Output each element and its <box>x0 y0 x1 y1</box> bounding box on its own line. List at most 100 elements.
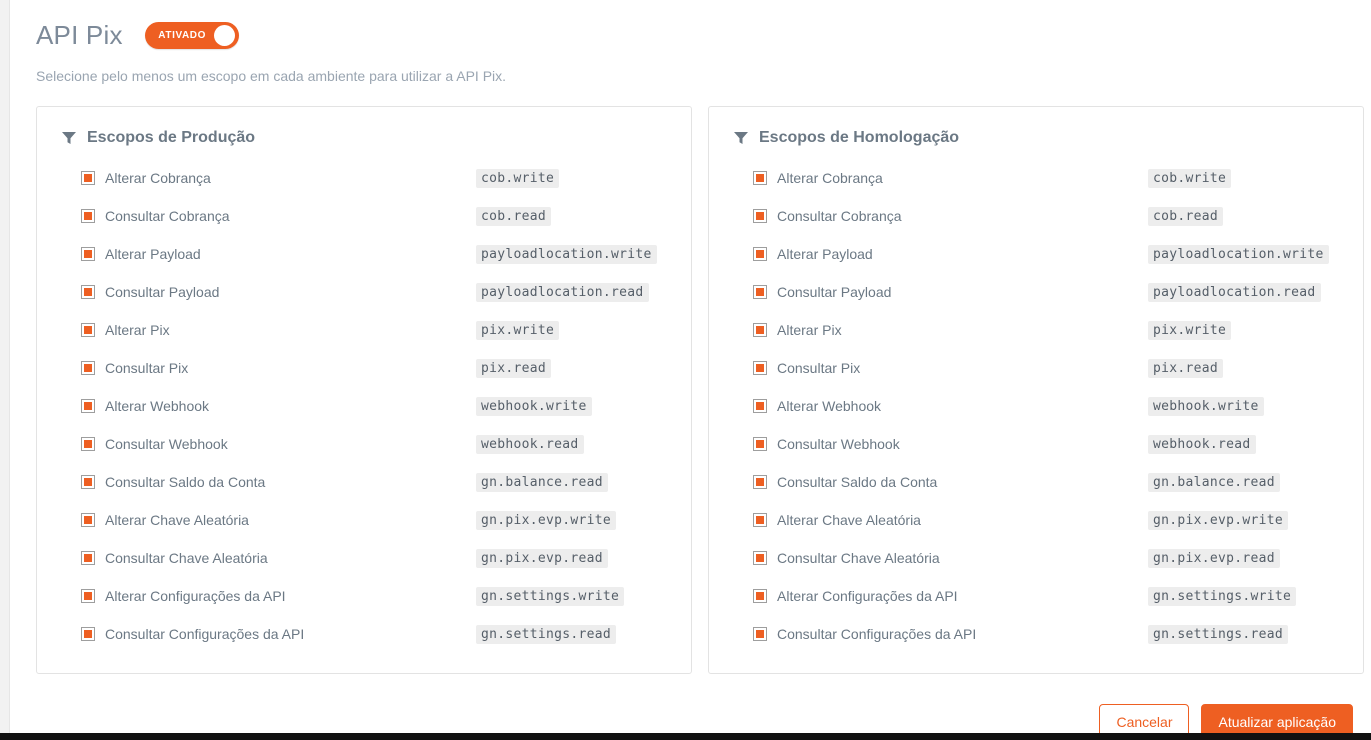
scope-checkbox[interactable] <box>81 399 95 413</box>
scope-checkbox[interactable] <box>81 551 95 565</box>
scope-toggle-group[interactable]: Consultar Cobrança <box>81 208 476 224</box>
scope-row[interactable]: Alterar Configurações da API gn.settings… <box>725 577 1347 615</box>
scope-checkbox[interactable] <box>753 247 767 261</box>
scope-checkbox[interactable] <box>753 437 767 451</box>
scope-toggle-group[interactable]: Consultar Cobrança <box>753 208 1148 224</box>
scope-row[interactable]: Alterar Configurações da API gn.settings… <box>53 577 675 615</box>
scope-row[interactable]: Alterar Webhook webhook.write <box>725 387 1347 425</box>
scope-toggle-group[interactable]: Alterar Cobrança <box>81 170 476 186</box>
scope-checkbox[interactable] <box>753 323 767 337</box>
scope-row[interactable]: Consultar Saldo da Conta gn.balance.read <box>725 463 1347 501</box>
panel-escopos-producao: Escopos de Produção Alterar Cobrança cob… <box>36 106 692 674</box>
scope-row[interactable]: Consultar Cobrança cob.read <box>725 197 1347 235</box>
scope-label: Alterar Pix <box>777 322 842 338</box>
scope-toggle-group[interactable]: Consultar Pix <box>81 360 476 376</box>
scope-toggle-group[interactable]: Alterar Webhook <box>753 398 1148 414</box>
scope-label: Consultar Chave Aleatória <box>777 550 940 566</box>
scope-code: cob.read <box>1148 206 1224 226</box>
scope-checkbox[interactable] <box>81 437 95 451</box>
scope-checkbox[interactable] <box>81 475 95 489</box>
toggle-knob <box>213 24 235 46</box>
scope-row[interactable]: Consultar Chave Aleatória gn.pix.evp.rea… <box>725 539 1347 577</box>
scope-code: pix.read <box>1148 358 1224 378</box>
scope-checkbox[interactable] <box>753 627 767 641</box>
scope-row[interactable]: Consultar Payload payloadlocation.read <box>725 273 1347 311</box>
scope-toggle-group[interactable]: Alterar Cobrança <box>753 170 1148 186</box>
scope-label: Consultar Chave Aleatória <box>105 550 268 566</box>
scope-checkbox[interactable] <box>753 551 767 565</box>
scope-label: Consultar Saldo da Conta <box>105 474 266 490</box>
scope-checkbox[interactable] <box>81 285 95 299</box>
scope-row[interactable]: Alterar Pix pix.write <box>725 311 1347 349</box>
scope-checkbox[interactable] <box>753 475 767 489</box>
scope-row[interactable]: Alterar Payload payloadlocation.write <box>725 235 1347 273</box>
scope-row[interactable]: Consultar Webhook webhook.read <box>725 425 1347 463</box>
scope-row[interactable]: Consultar Configurações da API gn.settin… <box>725 615 1347 653</box>
panel-header-producao: Escopos de Produção <box>61 129 675 147</box>
scope-toggle-group[interactable]: Consultar Saldo da Conta <box>81 474 476 490</box>
scope-row[interactable]: Consultar Configurações da API gn.settin… <box>53 615 675 653</box>
scope-checkbox[interactable] <box>753 361 767 375</box>
scope-checkbox[interactable] <box>81 361 95 375</box>
scope-toggle-group[interactable]: Consultar Webhook <box>81 436 476 452</box>
scope-checkbox[interactable] <box>753 209 767 223</box>
scope-toggle-group[interactable]: Consultar Payload <box>753 284 1148 300</box>
scope-toggle-group[interactable]: Consultar Saldo da Conta <box>753 474 1148 490</box>
scope-checkbox[interactable] <box>81 627 95 641</box>
page-header: API Pix ATIVADO <box>11 0 1371 52</box>
scope-checkbox[interactable] <box>753 589 767 603</box>
scope-toggle-group[interactable]: Alterar Configurações da API <box>81 588 476 604</box>
scope-row[interactable]: Alterar Webhook webhook.write <box>53 387 675 425</box>
scope-toggle-group[interactable]: Consultar Chave Aleatória <box>81 550 476 566</box>
scope-toggle-group[interactable]: Consultar Chave Aleatória <box>753 550 1148 566</box>
scope-row[interactable]: Consultar Cobrança cob.read <box>53 197 675 235</box>
scope-checkbox[interactable] <box>81 209 95 223</box>
scope-row[interactable]: Consultar Chave Aleatória gn.pix.evp.rea… <box>53 539 675 577</box>
scope-toggle-group[interactable]: Alterar Payload <box>753 246 1148 262</box>
scope-checkbox[interactable] <box>81 171 95 185</box>
scope-code: gn.balance.read <box>1148 472 1280 492</box>
scope-code: cob.write <box>476 168 560 188</box>
scope-toggle-group[interactable]: Alterar Payload <box>81 246 476 262</box>
scope-label: Alterar Pix <box>105 322 170 338</box>
scope-toggle-group[interactable]: Consultar Pix <box>753 360 1148 376</box>
scope-row[interactable]: Alterar Cobrança cob.write <box>53 159 675 197</box>
scope-checkbox[interactable] <box>753 513 767 527</box>
scope-toggle-group[interactable]: Consultar Configurações da API <box>753 626 1148 642</box>
scope-toggle-group[interactable]: Consultar Configurações da API <box>81 626 476 642</box>
scope-toggle-group[interactable]: Consultar Payload <box>81 284 476 300</box>
scope-row[interactable]: Alterar Payload payloadlocation.write <box>53 235 675 273</box>
scope-row[interactable]: Consultar Webhook webhook.read <box>53 425 675 463</box>
scope-label: Consultar Payload <box>105 284 220 300</box>
scope-code: webhook.read <box>476 434 584 454</box>
scope-row[interactable]: Consultar Pix pix.read <box>53 349 675 387</box>
scope-checkbox[interactable] <box>753 285 767 299</box>
scope-toggle-group[interactable]: Alterar Configurações da API <box>753 588 1148 604</box>
scope-toggle-group[interactable]: Alterar Webhook <box>81 398 476 414</box>
scope-toggle-group[interactable]: Alterar Chave Aleatória <box>753 512 1148 528</box>
scope-toggle-group[interactable]: Consultar Webhook <box>753 436 1148 452</box>
scope-row[interactable]: Consultar Pix pix.read <box>725 349 1347 387</box>
scope-checkbox[interactable] <box>81 513 95 527</box>
scope-checkbox[interactable] <box>81 323 95 337</box>
left-edge-rail <box>0 0 10 733</box>
scope-row[interactable]: Alterar Cobrança cob.write <box>725 159 1347 197</box>
scope-checkbox[interactable] <box>81 589 95 603</box>
api-enabled-toggle[interactable]: ATIVADO <box>144 21 239 49</box>
scope-row[interactable]: Alterar Chave Aleatória gn.pix.evp.write <box>53 501 675 539</box>
scope-row[interactable]: Alterar Pix pix.write <box>53 311 675 349</box>
scope-checkbox[interactable] <box>753 399 767 413</box>
scope-label: Consultar Saldo da Conta <box>777 474 938 490</box>
scope-label: Alterar Payload <box>777 246 873 262</box>
scope-row[interactable]: Consultar Payload payloadlocation.read <box>53 273 675 311</box>
scope-label: Alterar Chave Aleatória <box>777 512 921 528</box>
scope-toggle-group[interactable]: Alterar Pix <box>81 322 476 338</box>
scope-row[interactable]: Consultar Saldo da Conta gn.balance.read <box>53 463 675 501</box>
scope-toggle-group[interactable]: Alterar Pix <box>753 322 1148 338</box>
scope-checkbox[interactable] <box>81 247 95 261</box>
scope-code: payloadlocation.write <box>1148 244 1329 264</box>
scope-toggle-group[interactable]: Alterar Chave Aleatória <box>81 512 476 528</box>
scope-row[interactable]: Alterar Chave Aleatória gn.pix.evp.write <box>725 501 1347 539</box>
scope-label: Alterar Configurações da API <box>777 588 958 604</box>
scope-checkbox[interactable] <box>753 171 767 185</box>
